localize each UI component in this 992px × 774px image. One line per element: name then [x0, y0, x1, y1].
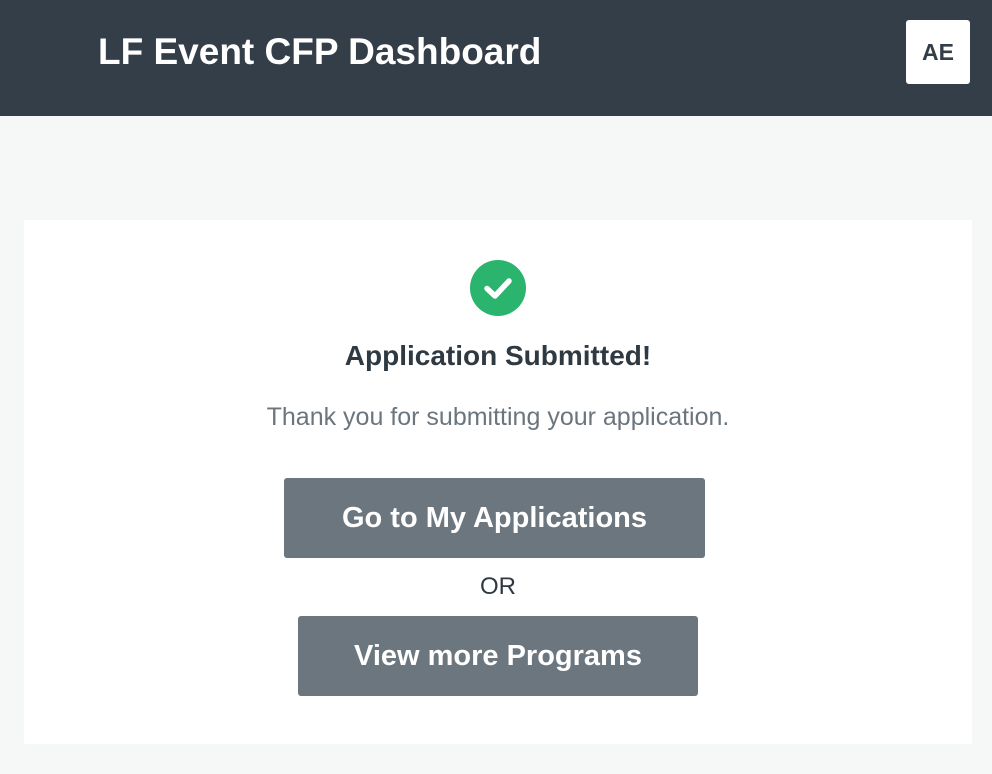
confirmation-heading: Application Submitted! — [344, 340, 652, 371]
user-avatar[interactable]: AE — [906, 20, 970, 84]
confirmation-message: Thank you for submitting your applicatio… — [266, 403, 730, 431]
check-circle-icon — [470, 260, 526, 316]
or-separator: OR — [480, 573, 516, 600]
top-header: LF Event CFP Dashboard AE — [0, 0, 992, 116]
confirmation-card: Application Submitted! Thank you for sub… — [24, 220, 972, 744]
go-to-my-applications-button[interactable]: Go to My Applications — [284, 478, 705, 558]
app-title: LF Event CFP Dashboard — [98, 31, 542, 72]
view-more-programs-button[interactable]: View more Programs — [298, 616, 698, 696]
